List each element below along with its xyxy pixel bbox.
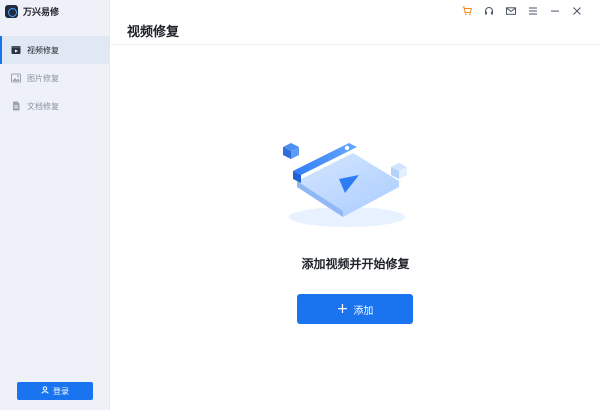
cart-icon[interactable]	[456, 4, 478, 18]
app-brand: 万兴易修	[5, 4, 59, 18]
minimize-icon[interactable]	[544, 4, 566, 18]
sidebar-nav: 视频修复 图片修复 文档修复	[0, 36, 110, 120]
header: 视频修复	[111, 0, 600, 45]
login-button[interactable]: 登录	[17, 382, 93, 400]
app-logo-icon	[5, 4, 18, 18]
sidebar-item-label: 图片修复	[27, 73, 59, 83]
empty-state-message: 添加视频并开始修复	[301, 257, 410, 271]
sidebar-item-video-repair[interactable]: 视频修复	[0, 36, 110, 64]
close-icon[interactable]	[566, 4, 588, 18]
sidebar-item-image-repair[interactable]: 图片修复	[0, 64, 110, 92]
title-bar-controls	[456, 4, 588, 18]
app-name: 万兴易修	[23, 7, 60, 18]
document-icon	[11, 101, 21, 111]
video-icon	[11, 45, 21, 55]
video-repair-illustration	[275, 137, 420, 232]
add-video-button[interactable]: + 添加	[297, 294, 413, 324]
menu-icon[interactable]	[522, 4, 544, 18]
sidebar: 万兴易修 视频修复 图片修复 文档修复 登录	[0, 0, 110, 410]
image-icon	[11, 73, 21, 83]
add-button-label: 添加	[353, 305, 374, 317]
user-icon	[41, 386, 49, 396]
login-label: 登录	[53, 386, 69, 396]
page-title: 视频修复	[127, 25, 180, 40]
mail-icon[interactable]	[500, 4, 522, 18]
sidebar-item-document-repair[interactable]: 文档修复	[0, 92, 110, 120]
headset-icon[interactable]	[478, 4, 500, 18]
sidebar-item-label: 视频修复	[27, 45, 59, 55]
sidebar-item-label: 文档修复	[27, 101, 59, 111]
plus-icon: +	[336, 301, 349, 317]
